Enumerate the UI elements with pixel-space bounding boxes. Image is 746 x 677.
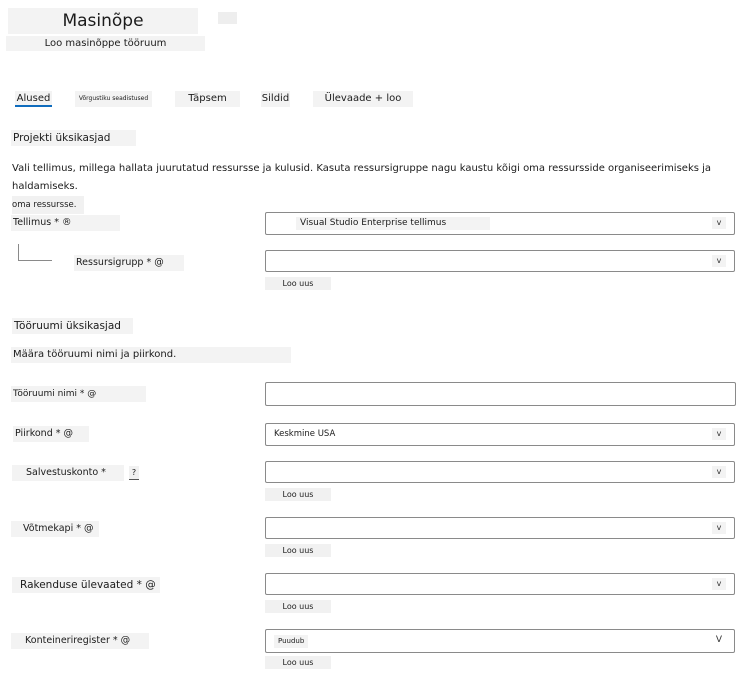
workspace-name-label: Tööruumi nimi * @ [11, 386, 146, 402]
tab-advanced[interactable]: Täpsem [175, 91, 240, 107]
storage-account-select[interactable]: v [265, 461, 735, 483]
tab-basics[interactable]: Alused [15, 91, 52, 107]
tab-review-create[interactable]: Ülevaade + loo [313, 91, 413, 107]
title-decoration [218, 12, 237, 24]
tab-networking[interactable]: Võrgustiku seadistused [75, 91, 152, 107]
workspace-description: Määra tööruumi nimi ja piirkond. [11, 347, 291, 363]
subscription-value: Visual Studio Enterprise tellimus [296, 217, 490, 230]
chevron-down-icon: v [712, 217, 726, 229]
storage-account-label: Salvestuskonto * [12, 465, 124, 481]
chevron-down-icon: v [712, 578, 726, 590]
workspace-details-heading: Tööruumi üksikasjad [12, 318, 133, 334]
key-vault-label: Võtmekapi * @ [11, 521, 99, 537]
container-registry-value: Puudub [274, 635, 309, 648]
container-registry-label: Konteineriregister * @ [11, 633, 149, 649]
resource-group-label: Ressursigrupp * @ [74, 255, 184, 271]
app-insights-select[interactable]: v [265, 573, 735, 595]
workspace-name-input[interactable] [265, 382, 736, 406]
project-description-line2: oma ressursse. [12, 196, 85, 214]
chevron-down-icon: v [712, 255, 726, 267]
chevron-down-icon: v [712, 428, 726, 440]
project-description-line1: Vali tellimus, millega hallata juurutatu… [12, 163, 712, 192]
tab-tags[interactable]: Sildid [261, 91, 290, 107]
container-registry-select[interactable]: Puudub V [265, 629, 735, 653]
page-subtitle: Loo masinõppe tööruum [6, 36, 205, 51]
create-key-vault-link[interactable]: Loo uus [265, 544, 331, 557]
subscription-select[interactable]: Visual Studio Enterprise tellimus v [265, 212, 735, 235]
key-vault-select[interactable]: v [265, 517, 735, 539]
tree-connector [18, 244, 52, 261]
region-select[interactable]: Keskmine USA v [265, 423, 735, 446]
project-description: Vali tellimus, millega hallata juurutatu… [12, 160, 737, 214]
project-details-heading: Projekti üksikasjad [11, 130, 136, 146]
app-insights-label: Rakenduse ülevaated * @ [12, 577, 160, 593]
chevron-down-icon: V [715, 635, 723, 645]
chevron-down-icon: v [712, 522, 726, 534]
create-container-registry-link[interactable]: Loo uus [265, 656, 331, 669]
help-icon[interactable]: ? [129, 466, 139, 480]
subscription-label: Tellimus * ® [11, 215, 120, 231]
create-storage-account-link[interactable]: Loo uus [265, 488, 331, 501]
region-value: Keskmine USA [274, 429, 336, 439]
create-resource-group-link[interactable]: Loo uus [265, 277, 331, 290]
create-app-insights-link[interactable]: Loo uus [265, 600, 331, 613]
page-title: Masinõpe [8, 8, 198, 34]
chevron-down-icon: v [712, 466, 726, 478]
region-label: Piirkond * @ [13, 426, 89, 442]
resource-group-select[interactable]: v [265, 250, 735, 272]
